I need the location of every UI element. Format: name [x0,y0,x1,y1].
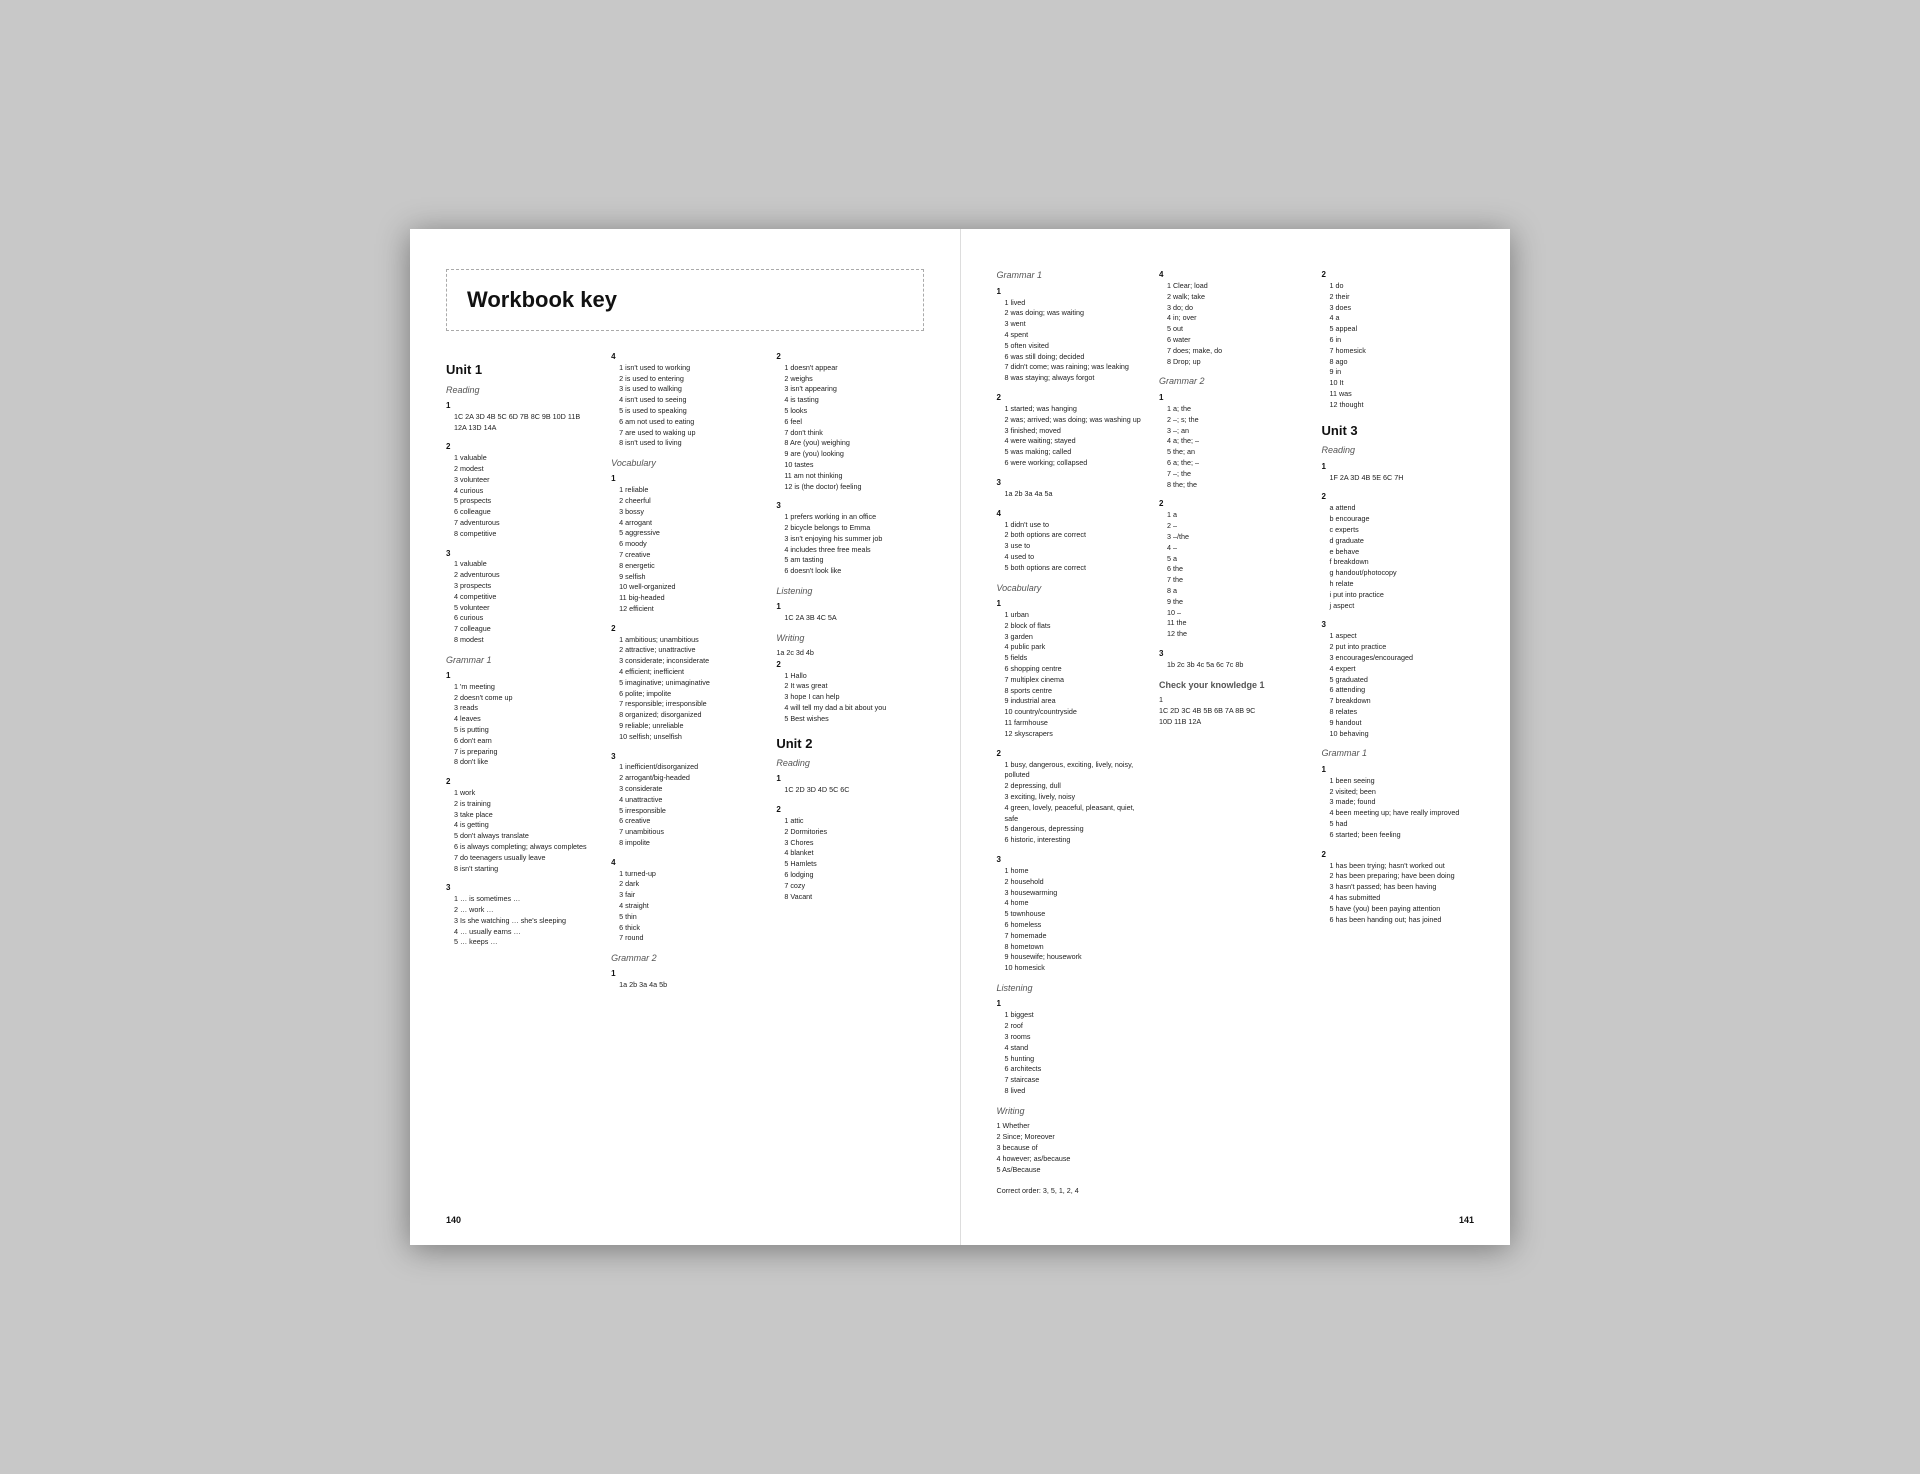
unit1-reading-2: 2 1 valuable2 modest3 volunteer4 curious… [446,441,593,539]
page-right: Grammar 1 1 1 lived2 was doing; was wait… [961,229,1511,1245]
unit1-reading-label: Reading [446,384,593,397]
unit1-grammar1-label: Grammar 1 [446,654,593,667]
book-spread: Workbook key Unit 1 Reading 1 1C 2A 3D 4… [410,229,1510,1245]
left-col3: 2 1 doesn't appear2 weighs3 isn't appear… [776,351,923,999]
workbook-key-box: Workbook key [446,269,924,331]
left-page-number: 140 [446,1214,461,1227]
unit1-title: Unit 1 [446,361,593,380]
workbook-key-title: Workbook key [467,287,617,312]
unit1-reading-1-content: 1C 2A 3D 4B 5C 6D 7B 8C 9B 10D 11B 12A 1… [446,412,593,434]
left-col2: 4 1 isn't used to working2 is used to en… [611,351,758,999]
unit1-reading-3: 3 1 valuable2 adventurous3 prospects4 co… [446,548,593,646]
left-col1: Unit 1 Reading 1 1C 2A 3D 4B 5C 6D 7B 8C… [446,351,593,999]
right-page-number: 141 [1459,1214,1474,1227]
right-col2: 4 1 Clear; load2 walk; take3 do; do4 in;… [1159,269,1312,1205]
unit1-reading-3-content: 1 valuable2 adventurous3 prospects4 comp… [446,559,593,645]
right-col1: Grammar 1 1 1 lived2 was doing; was wait… [997,269,1150,1205]
right-col3: 2 1 do2 their3 does4 a5 appeal6 in7 home… [1322,269,1475,1205]
page-left: Workbook key Unit 1 Reading 1 1C 2A 3D 4… [410,229,961,1245]
unit1-reading-1: 1 1C 2A 3D 4B 5C 6D 7B 8C 9B 10D 11B 12A… [446,400,593,433]
unit1-reading-2-content: 1 valuable2 modest3 volunteer4 curious5 … [446,453,593,539]
